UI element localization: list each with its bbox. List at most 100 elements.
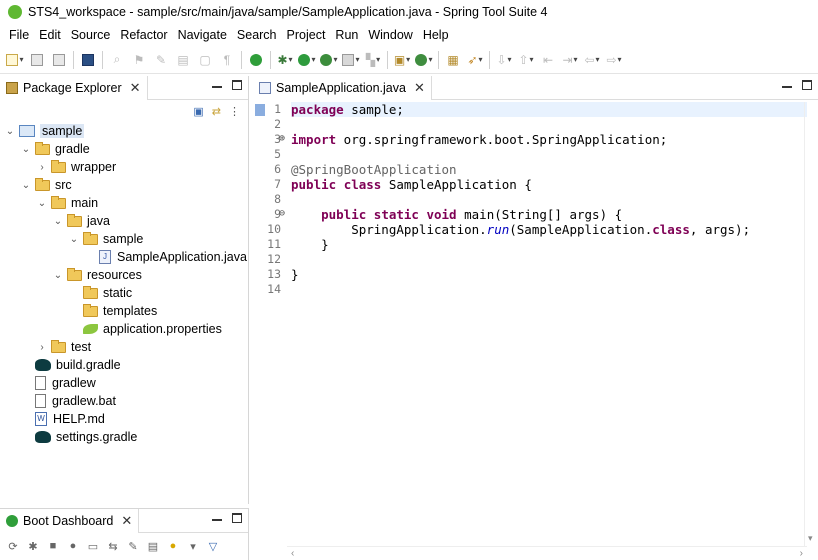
code-line[interactable]: } <box>291 237 329 252</box>
tree-item[interactable]: ⌄ main <box>36 194 98 212</box>
spring-boot-icon[interactable] <box>247 51 265 69</box>
collapse-all-icon[interactable]: ▣ <box>193 105 203 118</box>
pen-icon[interactable]: ✎ <box>126 539 140 553</box>
chevron-down-icon[interactable]: ⌄ <box>52 216 64 227</box>
menu-search[interactable]: Search <box>232 24 282 46</box>
terminal-icon[interactable] <box>79 51 97 69</box>
tree-item[interactable]: settings.gradle <box>20 428 137 446</box>
menu-edit[interactable]: Edit <box>34 24 66 46</box>
pen-icon[interactable]: ✎ <box>152 51 170 69</box>
link-with-editor-icon[interactable]: ⇄ <box>212 105 221 118</box>
chevron-down-icon[interactable]: ▾ <box>186 539 200 553</box>
external-tools-icon[interactable]: ▚ <box>364 51 382 69</box>
hierarchy-icon[interactable]: ⚑ <box>130 51 148 69</box>
search-icon[interactable]: ⌕ <box>108 51 126 69</box>
vertical-scrollbar[interactable]: ▾ <box>804 102 818 546</box>
globe-icon[interactable]: ● <box>66 539 80 553</box>
horizontal-scrollbar[interactable]: ‹ › <box>287 546 807 560</box>
tree-item[interactable]: ⌄ src <box>20 176 72 194</box>
open-task-icon[interactable]: ➶ <box>466 51 484 69</box>
debug-icon[interactable]: ✱ <box>26 539 40 553</box>
tree-item[interactable]: J SampleApplication.java <box>84 248 247 266</box>
tree-item[interactable]: › wrapper <box>36 158 116 176</box>
chevron-down-icon[interactable]: ⌄ <box>20 144 32 155</box>
code-line[interactable]: SpringApplication.run(SampleApplication.… <box>291 222 750 237</box>
back-icon[interactable]: ⇦ <box>583 51 601 69</box>
menu-run[interactable]: Run <box>330 24 363 46</box>
chevron-right-icon[interactable]: › <box>800 548 803 559</box>
code-line[interactable]: @SpringBootApplication <box>291 162 457 177</box>
mark-icon[interactable]: ▤ <box>174 51 192 69</box>
close-icon[interactable]: ✕ <box>130 80 141 96</box>
chevron-down-icon[interactable]: ⌄ <box>4 126 16 137</box>
menu-project[interactable]: Project <box>282 24 331 46</box>
chevron-down-icon[interactable]: ⌄ <box>36 198 48 209</box>
stop-icon[interactable] <box>342 51 360 69</box>
chevron-down-icon[interactable]: ▾ <box>808 533 813 544</box>
save-icon[interactable] <box>28 51 46 69</box>
last-edit-icon[interactable]: ⇤ <box>539 51 557 69</box>
save-all-icon[interactable] <box>50 51 68 69</box>
tab-package-explorer[interactable]: Package Explorer ✕ <box>0 75 148 100</box>
forward-icon[interactable]: ⇨ <box>605 51 623 69</box>
tree-item[interactable]: templates <box>68 302 157 320</box>
menu-refactor[interactable]: Refactor <box>115 24 172 46</box>
minimize-icon[interactable] <box>212 513 222 523</box>
collapse-fold-icon[interactable]: ⊖ <box>279 208 285 219</box>
chevron-right-icon[interactable]: › <box>36 162 48 173</box>
tree-item[interactable]: application.properties <box>68 320 222 338</box>
coverage-icon[interactable] <box>320 51 338 69</box>
link-icon[interactable]: ⇆ <box>106 539 120 553</box>
filter-icon[interactable]: ▽ <box>206 539 220 553</box>
close-icon[interactable]: ✕ <box>414 80 425 96</box>
expand-fold-icon[interactable]: ⊕ <box>279 133 285 144</box>
menu-window[interactable]: Window <box>363 24 417 46</box>
code-line[interactable]: package sample; <box>291 102 807 117</box>
chevron-left-icon[interactable]: ‹ <box>291 548 294 559</box>
new-icon[interactable] <box>6 51 24 69</box>
next-annotation-icon[interactable]: ⇩ <box>495 51 513 69</box>
view-menu-icon[interactable]: ⋮ <box>229 105 240 118</box>
chevron-right-icon[interactable]: › <box>36 342 48 353</box>
tree-item[interactable]: ⌄ sample <box>4 122 85 140</box>
previous-annotation-icon[interactable]: ⇧ <box>517 51 535 69</box>
properties-icon[interactable]: ▤ <box>146 539 160 553</box>
code-line[interactable]: public static void main(String[] args) { <box>291 207 622 222</box>
maximize-icon[interactable] <box>232 80 242 90</box>
chevron-down-icon[interactable]: ⌄ <box>20 180 32 191</box>
lightbulb-icon[interactable]: ● <box>166 539 180 553</box>
tree-item[interactable]: gradlew <box>20 374 96 392</box>
tree-item[interactable]: static <box>68 284 132 302</box>
tree-item[interactable]: › test <box>36 338 91 356</box>
new-class-icon[interactable] <box>415 51 433 69</box>
code-line[interactable]: } <box>291 267 299 282</box>
tree-item[interactable]: ⌄ resources <box>52 266 142 284</box>
minimize-icon[interactable] <box>782 80 792 90</box>
menu-file[interactable]: File <box>4 24 34 46</box>
tree-item[interactable]: ⌄ gradle <box>20 140 90 158</box>
menu-source[interactable]: Source <box>66 24 116 46</box>
code-area[interactable]: 1 2 3 ⊕ 5 6 7 8 9 ⊖ 10 11 12 13 14 package sample; impo… <box>253 102 811 546</box>
tab-boot-dashboard[interactable]: Boot Dashboard ✕ <box>0 508 140 533</box>
tree-item[interactable]: W HELP.md <box>20 410 105 428</box>
console-icon[interactable]: ▭ <box>86 539 100 553</box>
menu-help[interactable]: Help <box>418 24 454 46</box>
maximize-icon[interactable] <box>802 80 812 90</box>
code-line[interactable]: import org.springframework.boot.SpringAp… <box>291 132 667 147</box>
stop-icon[interactable]: ■ <box>46 539 60 553</box>
tree-item[interactable]: ⌄ sample <box>68 230 143 248</box>
close-icon[interactable]: ✕ <box>121 513 132 529</box>
code-line[interactable]: public class SampleApplication { <box>291 177 532 192</box>
forward-edit-icon[interactable]: ⇥ <box>561 51 579 69</box>
debug-icon[interactable]: ✱ <box>276 51 294 69</box>
tab-sample-application-java[interactable]: SampleApplication.java ✕ <box>253 75 432 100</box>
minimize-icon[interactable] <box>212 80 222 90</box>
chevron-down-icon[interactable]: ⌄ <box>68 234 80 245</box>
tree-item[interactable]: gradlew.bat <box>20 392 116 410</box>
run-icon[interactable] <box>298 51 316 69</box>
paragraph-icon[interactable]: ¶ <box>218 51 236 69</box>
menu-navigate[interactable]: Navigate <box>173 24 232 46</box>
page-icon[interactable]: ▢ <box>196 51 214 69</box>
new-package-icon[interactable]: ▣ <box>393 51 411 69</box>
chevron-down-icon[interactable]: ⌄ <box>52 270 64 281</box>
